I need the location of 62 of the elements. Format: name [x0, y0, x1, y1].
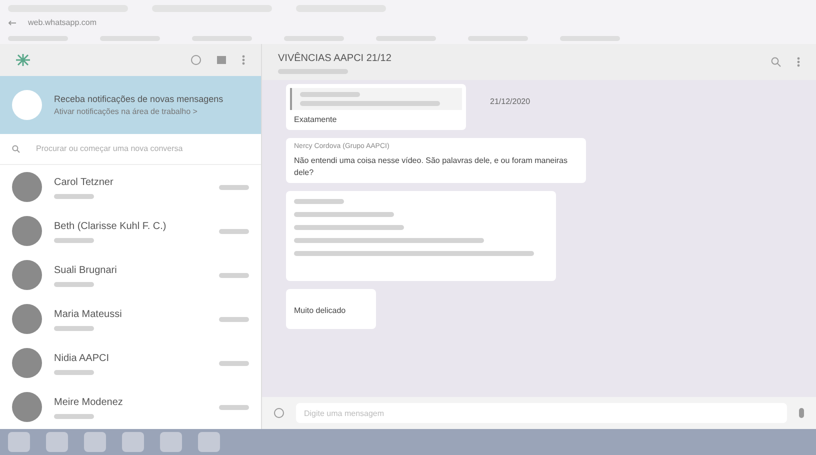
- taskbar-app-icon[interactable]: [122, 432, 144, 452]
- blurred-text: [54, 194, 94, 200]
- contact-name: Meire Modenez: [54, 396, 124, 410]
- chat-list-item[interactable]: Suali Brugnari: [0, 253, 261, 298]
- blurred-text: [54, 282, 94, 288]
- status-icon[interactable]: [191, 55, 201, 66]
- bookmark[interactable]: [376, 36, 436, 40]
- contact-name: Suali Brugnari: [54, 264, 118, 278]
- blurred-text: [54, 370, 94, 376]
- notification-title: Receba notificações de novas mensagens: [54, 92, 224, 106]
- taskbar-app-icon[interactable]: [46, 432, 68, 452]
- bookmark[interactable]: [8, 36, 68, 40]
- search-icon: [12, 145, 20, 154]
- message-text: Muito delicado: [294, 306, 346, 314]
- menu-icon[interactable]: [797, 57, 800, 67]
- contact-name: Beth (Clarisse Kuhl F. C.): [54, 220, 168, 234]
- back-arrow-icon[interactable]: [8, 20, 16, 26]
- message-text: Não entendi uma coisa nesse vídeo. São palavras dele, e ou foram maneiras dele?: [294, 154, 568, 178]
- search-icon[interactable]: [771, 57, 781, 67]
- blurred-text: [219, 272, 249, 278]
- blurred-text: [54, 326, 94, 332]
- chat-list-item[interactable]: Carol Tetzner: [0, 165, 261, 210]
- menu-icon[interactable]: [242, 55, 245, 66]
- taskbar-app-icon[interactable]: [160, 432, 182, 452]
- avatar: [12, 348, 42, 378]
- blurred-text: [219, 360, 249, 366]
- starburst-icon[interactable]: [16, 54, 30, 66]
- bookmark[interactable]: [100, 36, 160, 40]
- blurred-text: [219, 316, 249, 322]
- taskbar-app-icon[interactable]: [8, 432, 30, 452]
- blurred-text: [219, 404, 249, 410]
- blurred-text: [54, 414, 94, 420]
- blurred-text: [294, 198, 344, 204]
- chat-list-item[interactable]: Beth (Clarisse Kuhl F. C.): [0, 209, 261, 254]
- bookmark[interactable]: [560, 36, 620, 40]
- avatar: [12, 304, 42, 334]
- blurred-text: [219, 228, 249, 234]
- message-text: Exatamente: [293, 114, 338, 126]
- avatar: [12, 172, 42, 202]
- avatar: [12, 260, 42, 290]
- chat-title: VIVÊNCIAS AAPCI 21/12: [278, 51, 392, 66]
- bookmark[interactable]: [192, 36, 252, 40]
- message-input[interactable]: Digite uma mensagem: [296, 403, 787, 423]
- date-label: 21/12/2020: [490, 96, 530, 108]
- search-field[interactable]: Procurar ou começar uma nova conversa: [36, 143, 249, 156]
- avatar: [12, 216, 42, 246]
- taskbar-app-icon[interactable]: [84, 432, 106, 452]
- chat-list-item[interactable]: Meire Modenez: [0, 385, 261, 430]
- bookmark[interactable]: [468, 36, 528, 40]
- blurred-text: [54, 238, 94, 244]
- blurred-text: [278, 68, 348, 74]
- taskbar-app-icon[interactable]: [198, 432, 220, 452]
- contact-name: Maria Mateussi: [54, 308, 123, 322]
- notification-banner[interactable]: Receba notificações de novas mensagens Ativar notificações na área de trabalho >: [0, 76, 261, 134]
- avatar: [12, 392, 42, 422]
- chat-list-item[interactable]: Nidia AAPCI: [0, 341, 261, 386]
- blurred-text: [300, 92, 360, 97]
- contact-name: Carol Tetzner: [54, 176, 114, 190]
- chat-list-item[interactable]: Maria Mateussi: [0, 297, 261, 342]
- bookmark[interactable]: [284, 36, 344, 40]
- blurred-text: [219, 184, 249, 190]
- contact-name: Nidia AAPCI: [54, 352, 110, 366]
